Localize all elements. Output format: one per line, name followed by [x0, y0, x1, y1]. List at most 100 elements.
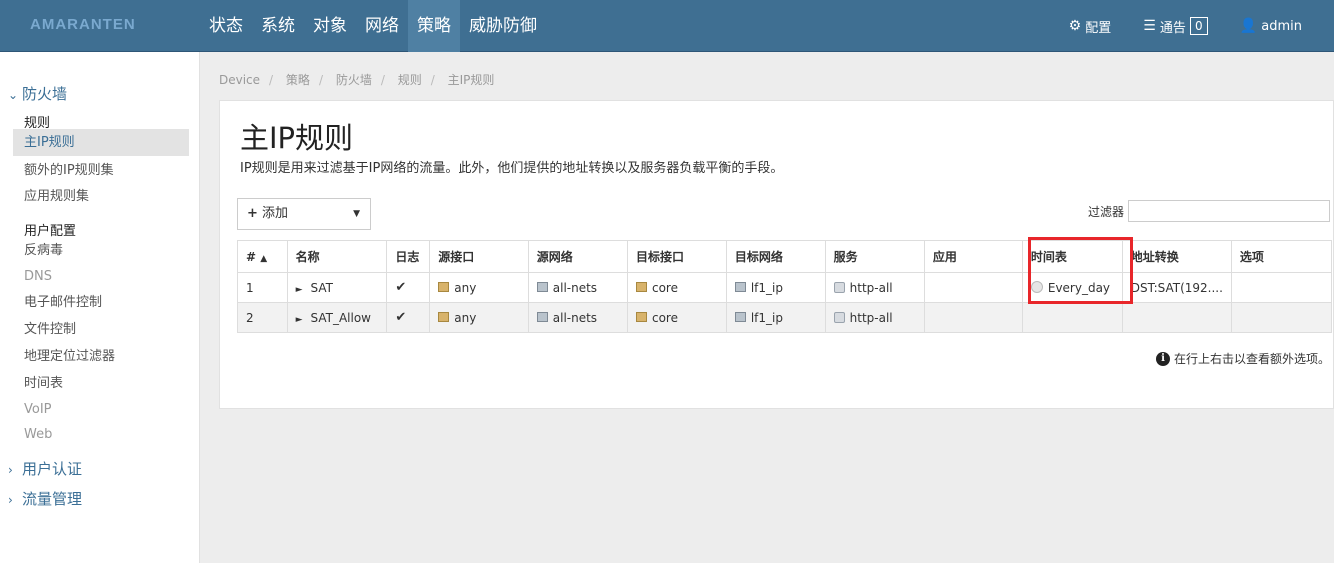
col-header-src-interface[interactable]: 源接口: [429, 240, 529, 273]
page-description: IP规则是用来过滤基于IP网络的流量。此外，他们提供的地址转换以及服务器负载平衡…: [240, 161, 784, 176]
sidebar-group-user-auth[interactable]: › 用户认证: [8, 458, 82, 479]
breadcrumb-item-device[interactable]: Device: [219, 73, 260, 87]
check-icon: ✔: [395, 280, 407, 295]
cell-dst-interface: core: [626, 272, 727, 303]
cell-number: 1: [237, 272, 288, 303]
notice-label: 通告: [1159, 20, 1186, 36]
col-header-options[interactable]: 选项: [1230, 240, 1333, 273]
main-nav: 状态 系统 对象 网络 策略 威胁防御: [200, 0, 546, 52]
cell-name[interactable]: ► SAT_Allow: [286, 302, 388, 333]
cell-options: [1230, 302, 1333, 333]
sidebar-item-antivirus[interactable]: 反病毒: [13, 237, 189, 264]
brand-logo[interactable]: AMARANTEN: [30, 16, 136, 33]
col-header-number[interactable]: # ▲: [237, 240, 288, 273]
sidebar-item-main-ip-rules[interactable]: 主IP规则: [13, 129, 189, 156]
col-header-src-network[interactable]: 源网络: [527, 240, 628, 273]
interface-icon: [438, 282, 450, 292]
nav-threat-defense[interactable]: 威胁防御: [460, 0, 546, 52]
nav-objects[interactable]: 对象: [304, 0, 356, 52]
cell-log: ✔: [386, 302, 431, 333]
user-menu[interactable]: 👤 admin: [1240, 18, 1302, 34]
expand-triangle-icon[interactable]: ►: [296, 315, 303, 325]
breadcrumb-separator: /: [318, 73, 323, 87]
network-icon: [734, 312, 746, 322]
cell-application: [923, 302, 1023, 333]
notice-count-badge: 0: [1189, 17, 1208, 35]
nav-network[interactable]: 网络: [356, 0, 408, 52]
service-icon: [833, 281, 845, 293]
breadcrumb: Device / 策略 / 防火墙 / 规则 / 主IP规则: [219, 71, 494, 88]
header-actions: ⚙ 配置 ☰ 通告 0 👤 admin: [1069, 0, 1334, 52]
config-label: 配置: [1085, 20, 1112, 36]
schedule-icon: [1030, 281, 1043, 293]
col-header-dst-network[interactable]: 目标网络: [725, 240, 826, 273]
sidebar-item-geo-filter[interactable]: 地理定位过滤器: [13, 343, 189, 370]
nav-status[interactable]: 状态: [200, 0, 252, 52]
breadcrumb-item-firewall[interactable]: 防火墙: [336, 71, 372, 88]
sidebar-item-voip[interactable]: VoIP: [13, 396, 189, 423]
network-icon: [536, 312, 548, 322]
col-header-schedule[interactable]: 时间表: [1021, 240, 1123, 273]
sidebar-item-email-control[interactable]: 电子邮件控制: [13, 289, 189, 316]
caret-down-icon: ▼: [353, 209, 360, 219]
cell-schedule: [1021, 302, 1123, 333]
filter-input[interactable]: [1128, 200, 1330, 222]
nav-policy[interactable]: 策略: [408, 0, 460, 52]
breadcrumb-separator: /: [269, 73, 274, 87]
sidebar-group-traffic-mgmt[interactable]: › 流量管理: [8, 488, 82, 509]
notice-link[interactable]: ☰ 通告 0: [1143, 17, 1208, 36]
cell-src-network: all-nets: [527, 272, 628, 303]
sidebar-item-schedules[interactable]: 时间表: [13, 370, 189, 397]
col-header-log[interactable]: 日志: [386, 240, 431, 273]
expand-triangle-icon[interactable]: ►: [296, 285, 303, 295]
sidebar: ⌄ 防火墙 规则 主IP规则 额外的IP规则集 应用规则集 用户配置 反病毒 DN…: [0, 52, 200, 563]
user-name: admin: [1261, 18, 1302, 34]
sidebar-item-extra-ip-rulesets[interactable]: 额外的IP规则集: [13, 157, 189, 184]
config-link[interactable]: ⚙ 配置: [1069, 17, 1112, 36]
cell-name[interactable]: ► SAT: [286, 272, 388, 303]
content-panel: 主IP规则 IP规则是用来过滤基于IP网络的流量。此外，他们提供的地址转换以及服…: [219, 100, 1334, 409]
sidebar-item-file-control[interactable]: 文件控制: [13, 316, 189, 343]
breadcrumb-item-rules[interactable]: 规则: [398, 71, 422, 88]
plus-icon: +: [247, 206, 258, 221]
table-row[interactable]: 2 ► SAT_Allow ✔ any all-nets core lf1_ip …: [237, 302, 1333, 333]
table-row[interactable]: 1 ► SAT ✔ any all-nets core lf1_ip http-a…: [237, 272, 1333, 303]
cell-number: 2: [237, 302, 288, 333]
sidebar-item-dns[interactable]: DNS: [13, 263, 189, 290]
interface-icon: [438, 312, 450, 322]
cell-schedule: Every_day: [1021, 272, 1123, 303]
add-label: 添加: [262, 206, 289, 221]
cell-dst-network: lf1_ip: [725, 302, 826, 333]
cell-log: ✔: [386, 272, 431, 303]
add-dropdown-button[interactable]: + 添加 ▼: [237, 198, 371, 230]
col-header-service[interactable]: 服务: [824, 240, 925, 273]
breadcrumb-item-policy[interactable]: 策略: [286, 71, 310, 88]
list-icon: ☰: [1143, 18, 1156, 34]
page-title: 主IP规则: [240, 121, 354, 155]
col-header-dst-interface[interactable]: 目标接口: [626, 240, 727, 273]
check-icon: ✔: [395, 310, 407, 325]
table-header-row: # ▲ 名称 日志 源接口 源网络 目标接口 目标网络 服务 应用 时间表 地址…: [237, 240, 1333, 273]
info-icon: i: [1156, 351, 1170, 366]
chevron-right-icon: ›: [8, 493, 13, 507]
nav-system[interactable]: 系统: [252, 0, 304, 52]
cell-src-interface: any: [429, 302, 529, 333]
filter-label: 过滤器: [1088, 205, 1125, 219]
cell-service: http-all: [824, 272, 925, 303]
interface-icon: [635, 312, 647, 322]
col-header-nat[interactable]: 地址转换: [1121, 240, 1232, 273]
breadcrumb-separator: /: [430, 73, 435, 87]
sidebar-item-app-rulesets[interactable]: 应用规则集: [13, 183, 189, 210]
sidebar-group-firewall[interactable]: ⌄ 防火墙: [8, 83, 67, 104]
cell-dst-interface: core: [626, 302, 727, 333]
sidebar-group-label: 流量管理: [22, 490, 83, 508]
chevron-down-icon: ⌄: [8, 88, 19, 102]
col-header-application[interactable]: 应用: [923, 240, 1023, 273]
col-header-name[interactable]: 名称: [286, 240, 388, 273]
cell-src-interface: any: [429, 272, 529, 303]
service-icon: [833, 311, 845, 323]
sidebar-item-web[interactable]: Web: [13, 421, 189, 448]
breadcrumb-separator: /: [380, 73, 385, 87]
sidebar-group-label: 用户认证: [22, 460, 83, 478]
cell-options: [1230, 272, 1333, 303]
